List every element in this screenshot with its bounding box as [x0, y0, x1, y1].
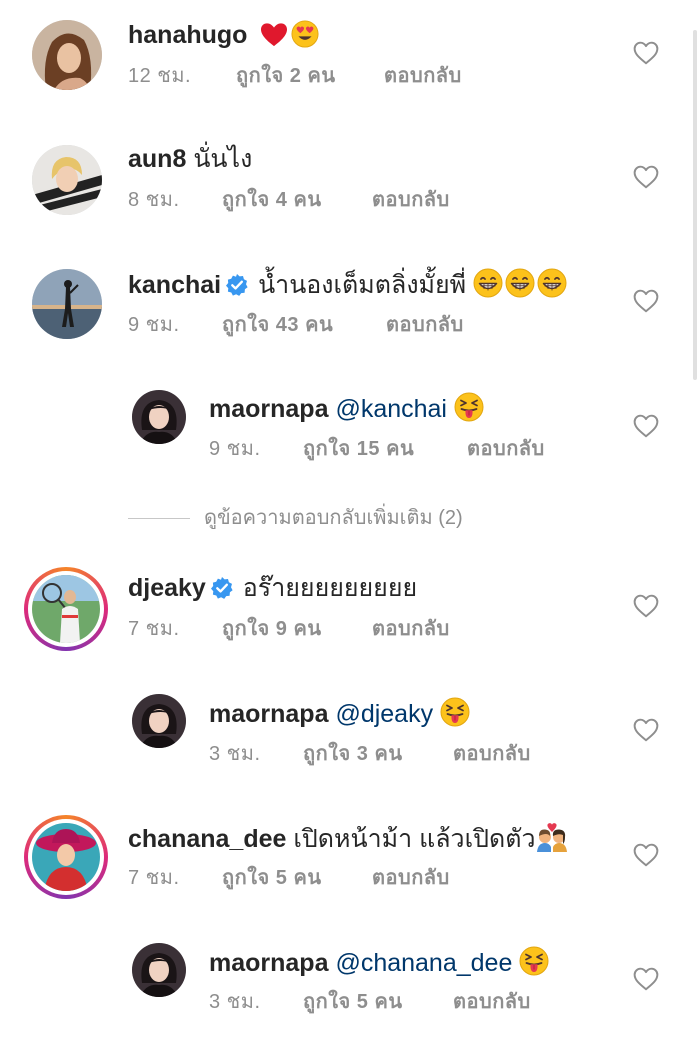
- comment-time: 7 ชม.: [128, 618, 180, 640]
- avatar-photo: [32, 575, 100, 643]
- avatar-photo: [32, 20, 102, 90]
- grin-emoji: [505, 268, 535, 298]
- scrollbar[interactable]: [693, 30, 697, 380]
- mention-link[interactable]: @chanana_dee: [335, 949, 512, 977]
- view-more-replies-label: ดูข้อความตอบกลับเพิ่มเติม (2): [204, 507, 463, 529]
- comment-time: 7 ชม.: [128, 867, 180, 889]
- reply-button[interactable]: ตอบกลับ: [372, 616, 450, 642]
- reply-button[interactable]: ตอบกลับ: [372, 865, 450, 891]
- likes-count[interactable]: ถูกใจ 15 คน: [303, 436, 467, 462]
- squint-tongue-emoji: [454, 392, 484, 422]
- squint-tongue-emoji: [519, 946, 549, 976]
- heart-outline-icon[interactable]: [633, 594, 659, 618]
- comment-text: เปิดหน้าม้า แล้วเปิดตัว: [293, 825, 536, 853]
- kiss-couple-emoji: [536, 822, 568, 852]
- grin-emoji: [473, 268, 503, 298]
- reply-button[interactable]: ตอบกลับ: [453, 741, 531, 767]
- avatar-photo: [132, 390, 186, 444]
- likes-count[interactable]: ถูกใจ 4 คน: [222, 187, 372, 213]
- avatar-story-ring[interactable]: [24, 567, 108, 651]
- avatar[interactable]: [132, 694, 186, 748]
- reply-button[interactable]: ตอบกลับ: [467, 436, 545, 462]
- reply-button[interactable]: ตอบกลับ: [453, 989, 531, 1015]
- heart-outline-icon[interactable]: [633, 967, 659, 991]
- squint-tongue-emoji: [440, 697, 470, 727]
- avatar-story-ring[interactable]: [24, 815, 108, 899]
- likes-count[interactable]: ถูกใจ 3 คน: [303, 741, 453, 767]
- verified-badge-icon: [225, 273, 249, 297]
- verified-badge-icon: [210, 576, 234, 600]
- grin-emoji: [537, 268, 567, 298]
- avatar: [32, 823, 100, 891]
- comment-time: 3 ชม.: [209, 991, 261, 1013]
- avatar-photo: [32, 145, 102, 215]
- username[interactable]: kanchai: [128, 271, 221, 299]
- username[interactable]: hanahugo: [128, 21, 247, 49]
- avatar-photo: [132, 943, 186, 997]
- username[interactable]: aun8: [128, 145, 186, 173]
- avatar[interactable]: [132, 943, 186, 997]
- heart-outline-icon[interactable]: [633, 289, 659, 313]
- comment-text: น้ำนองเต็มตลิ่งมั้ยพี่: [258, 271, 467, 299]
- avatar: [32, 575, 100, 643]
- username[interactable]: maornapa: [209, 700, 328, 728]
- mention-link[interactable]: @djeaky: [335, 700, 433, 728]
- likes-count[interactable]: ถูกใจ 5 คน: [303, 989, 453, 1015]
- avatar[interactable]: [32, 20, 102, 90]
- heart-outline-icon[interactable]: [633, 843, 659, 867]
- likes-count[interactable]: ถูกใจ 2 คน: [236, 63, 384, 89]
- reply-button[interactable]: ตอบกลับ: [372, 187, 450, 213]
- comment-time: 3 ชม.: [209, 743, 261, 765]
- comment-time: 8 ชม.: [128, 189, 180, 211]
- heart-outline-icon[interactable]: [633, 165, 659, 189]
- heart-eyes-emoji: [291, 20, 319, 48]
- username[interactable]: maornapa: [209, 949, 328, 977]
- heart-outline-icon[interactable]: [633, 41, 659, 65]
- story-ring-gap: [28, 819, 104, 895]
- likes-count[interactable]: ถูกใจ 43 คน: [222, 312, 386, 338]
- red-heart-emoji: [260, 22, 288, 48]
- username[interactable]: djeaky: [128, 574, 206, 602]
- heart-outline-icon[interactable]: [633, 414, 659, 438]
- avatar-photo: [132, 694, 186, 748]
- story-ring-gap: [28, 571, 104, 647]
- view-more-replies[interactable]: ดูข้อความตอบกลับเพิ่มเติม (2): [128, 504, 463, 532]
- divider: [128, 518, 190, 520]
- comment-time: 9 ชม.: [128, 314, 180, 336]
- mention-link[interactable]: @kanchai: [335, 395, 447, 423]
- username[interactable]: maornapa: [209, 395, 328, 423]
- avatar[interactable]: [32, 145, 102, 215]
- likes-count[interactable]: ถูกใจ 9 คน: [222, 616, 372, 642]
- avatar[interactable]: [132, 390, 186, 444]
- avatar-photo: [32, 269, 102, 339]
- comment-text: นั่นไง: [193, 145, 253, 173]
- comment-text: อร๊ายยยยยยยยย: [242, 574, 418, 602]
- comment-time: 9 ชม.: [209, 438, 261, 460]
- username[interactable]: chanana_dee: [128, 825, 286, 853]
- comment-time: 12 ชม.: [128, 65, 192, 87]
- heart-outline-icon[interactable]: [633, 718, 659, 742]
- likes-count[interactable]: ถูกใจ 5 คน: [222, 865, 372, 891]
- reply-button[interactable]: ตอบกลับ: [386, 312, 464, 338]
- avatar[interactable]: [32, 269, 102, 339]
- avatar-photo: [32, 823, 100, 891]
- reply-button[interactable]: ตอบกลับ: [384, 63, 462, 89]
